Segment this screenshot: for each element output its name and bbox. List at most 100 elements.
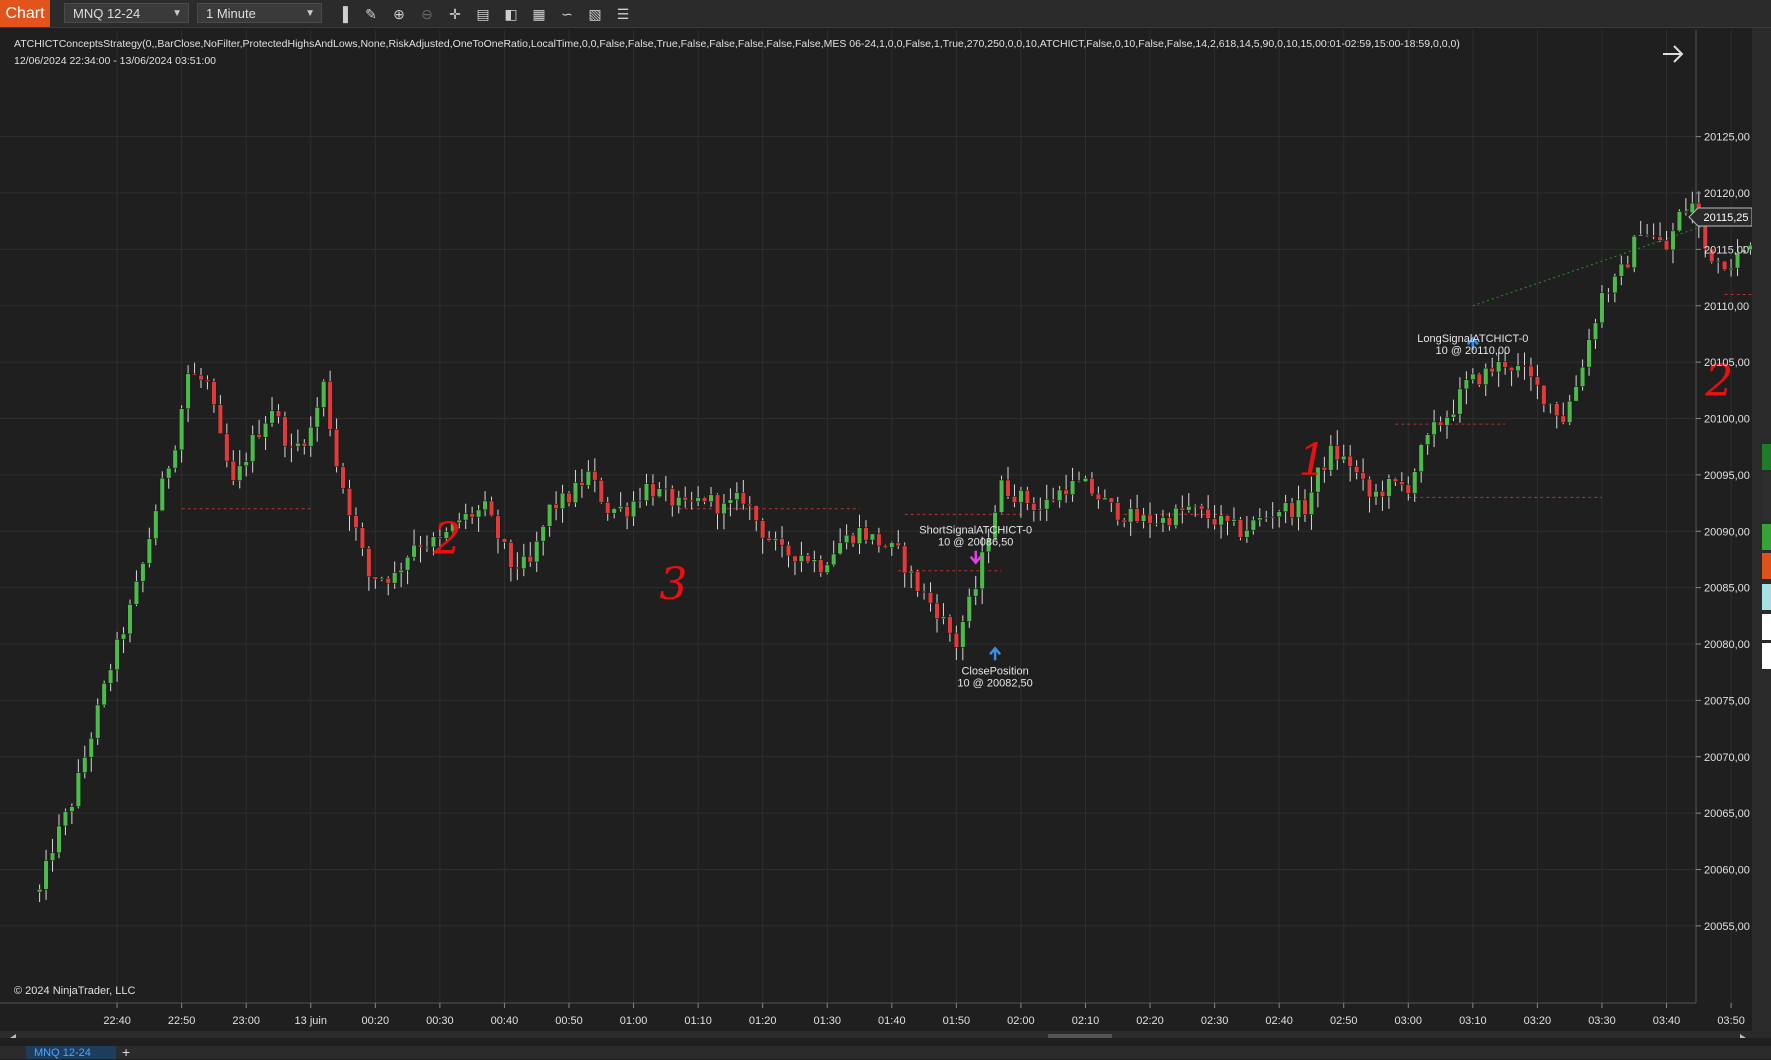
chart-trader-icon[interactable]: ∽ <box>558 5 576 23</box>
candle-body <box>1360 472 1366 480</box>
candle-body <box>714 494 721 515</box>
zoom-in-icon[interactable]: ⊕ <box>390 5 408 23</box>
y-tick-label: 20075,00 <box>1704 695 1750 707</box>
candle-body <box>559 492 566 510</box>
candle-body <box>1567 400 1573 423</box>
candle-body <box>1082 477 1089 483</box>
candle-body <box>327 381 333 430</box>
x-tick-label: 13 juin <box>295 1015 327 1027</box>
candle-body <box>1715 260 1721 263</box>
scrollbar-thumb[interactable] <box>1048 1034 1112 1038</box>
candle-body <box>605 502 611 514</box>
candle-body <box>1405 484 1411 494</box>
candle-body <box>295 442 301 447</box>
current-price-label: 20115,25 <box>1703 212 1748 224</box>
candle-body <box>527 555 533 563</box>
chart-label[interactable]: Chart <box>0 0 50 27</box>
candle-body <box>760 520 766 539</box>
candle-body <box>1580 366 1586 387</box>
candle-body <box>1089 477 1095 495</box>
trade-label-detail: 10 @ 20082,50 <box>957 677 1032 689</box>
candle-body <box>1689 202 1695 213</box>
candle-body <box>882 545 888 548</box>
candle-body <box>669 488 675 507</box>
candle-body <box>643 483 650 501</box>
bar-type-icon[interactable]: ▐ <box>334 5 352 23</box>
candle-body <box>1302 499 1308 515</box>
candle-body <box>785 544 792 557</box>
zoom-out-icon[interactable]: ⊖ <box>418 5 436 23</box>
x-tick-label: 01:40 <box>878 1015 906 1027</box>
crosshair-icon[interactable]: ✛ <box>446 5 464 23</box>
candle-body <box>1722 260 1728 270</box>
candle-body <box>108 669 114 684</box>
candle-body <box>1134 508 1140 522</box>
candle-body <box>1044 499 1050 510</box>
candle-body <box>1224 515 1231 522</box>
price-chart[interactable]: ShortSignalATCHICT-010 @ 20086,50 ClosePo… <box>0 28 1752 1038</box>
x-tick-label: 03:50 <box>1717 1015 1745 1027</box>
candle-body <box>1179 507 1185 511</box>
candle-body <box>747 503 753 506</box>
instrument-selector[interactable]: MNQ 12-24 ▼ <box>64 3 189 23</box>
candle-body <box>663 488 669 490</box>
candle-body <box>1289 502 1295 518</box>
candle-body <box>166 467 172 479</box>
candle-body <box>1418 444 1424 472</box>
x-tick-label: 03:10 <box>1459 1015 1487 1027</box>
candle-body <box>1263 517 1269 519</box>
candle-body <box>1683 211 1689 213</box>
y-tick-label: 20110,00 <box>1704 301 1749 313</box>
candle-body <box>805 555 811 563</box>
candle-body <box>1605 292 1611 295</box>
list-icon[interactable]: ☰ <box>614 5 632 23</box>
x-tick-label: 22:50 <box>168 1015 196 1027</box>
candle-body <box>850 534 856 545</box>
instrument-tab[interactable]: MNQ 12-24 <box>26 1046 116 1059</box>
candle-body <box>940 616 946 619</box>
bottom-tab-bar: MNQ 12-24 + <box>0 1044 1771 1060</box>
candle-body <box>534 540 540 563</box>
indicators-icon[interactable]: ◧ <box>502 5 520 23</box>
candle-body <box>1547 403 1553 406</box>
candle-body <box>346 488 353 516</box>
data-box-icon[interactable]: ▤ <box>474 5 492 23</box>
panel-color-block <box>1762 614 1771 640</box>
candle-body <box>1166 517 1172 526</box>
candle-body <box>217 404 223 434</box>
candle-body <box>1399 481 1405 485</box>
candle-body <box>146 538 152 564</box>
candle-body <box>1050 499 1056 501</box>
candle-body <box>818 559 824 573</box>
candle-body <box>1463 379 1469 390</box>
horizontal-scrollbar[interactable] <box>0 1031 1752 1038</box>
candle-body <box>179 408 185 451</box>
candle-body <box>463 513 469 521</box>
candle-body <box>973 588 979 597</box>
candle-body <box>618 506 624 510</box>
candle-body <box>598 479 604 503</box>
candle-body <box>359 527 365 549</box>
candle-body <box>1205 508 1211 519</box>
y-tick-label: 20115,00 <box>1704 244 1749 256</box>
add-tab-button[interactable]: + <box>122 1044 130 1060</box>
candle-body <box>133 581 139 605</box>
draw-tool-icon[interactable]: ✎ <box>362 5 380 23</box>
candle-body <box>779 538 785 546</box>
properties-icon[interactable]: ▧ <box>586 5 604 23</box>
panel-color-block <box>1762 524 1771 550</box>
candle-body <box>740 492 746 505</box>
candle-body <box>1554 403 1560 417</box>
trade-label-detail: 10 @ 20086,50 <box>938 537 1013 549</box>
strategies-icon[interactable]: ▦ <box>530 5 548 23</box>
candle-body <box>844 534 850 544</box>
candle-body <box>153 510 159 539</box>
y-tick-label: 20080,00 <box>1704 639 1750 651</box>
candle-body <box>676 496 682 507</box>
candle-body <box>263 422 269 438</box>
candle-body <box>1483 367 1489 385</box>
candle-body <box>650 483 656 498</box>
interval-selector[interactable]: 1 Minute ▼ <box>197 3 322 23</box>
candle-body <box>1450 413 1457 418</box>
candle-body <box>282 416 288 447</box>
